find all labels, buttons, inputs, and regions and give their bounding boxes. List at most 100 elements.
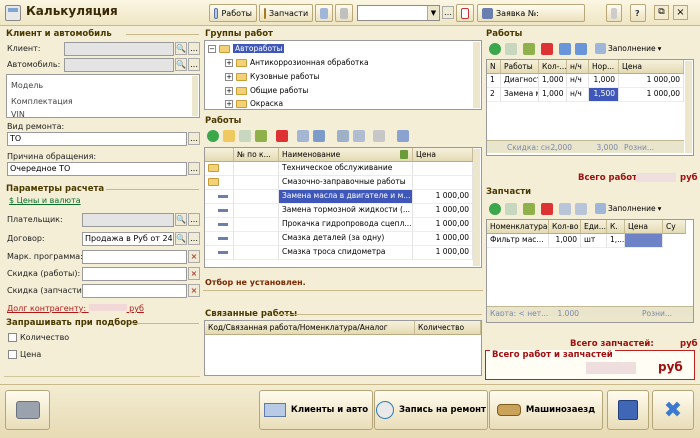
table-row[interactable]: Смазочно-заправочные работы (205, 176, 473, 190)
hierarchy-icon[interactable] (397, 130, 409, 142)
save-button[interactable] (607, 390, 649, 430)
reason-select-button[interactable]: … (188, 162, 200, 175)
cancel-button[interactable]: ✖ (652, 390, 694, 430)
table-row[interactable]: Прокачка гидропровода сцепл... 1 000,00 (205, 218, 473, 232)
move-icon[interactable] (297, 130, 309, 142)
car-arrival-button[interactable]: Машинозаезд (489, 390, 603, 430)
car-search-button[interactable]: 🔍 (175, 58, 187, 71)
search-combo[interactable]: ▼ (357, 5, 440, 21)
column-header[interactable]: N (487, 60, 501, 74)
table-row[interactable]: 1Диагности...1,000н/ч1,0001 000,00 (487, 74, 684, 88)
add-icon[interactable] (207, 130, 219, 142)
column-header[interactable]: К. (607, 220, 625, 234)
table-row[interactable]: Смазка троса спидометра 1 000,00 (205, 246, 473, 260)
contract-field[interactable]: Продажа в Руб от 24.09. (82, 232, 174, 246)
move-up-icon[interactable] (559, 203, 571, 215)
client-select-button[interactable]: … (188, 42, 200, 55)
table-row[interactable]: Замена тормозной жидкости (... 1 000,00 (205, 204, 473, 218)
discount-works-clear-button[interactable]: × (188, 267, 200, 280)
scrollbar[interactable] (685, 61, 692, 153)
column-header[interactable]: Цена (619, 60, 684, 74)
works-toolbar-button[interactable]: Работы (209, 4, 257, 22)
fill-dropdown[interactable]: Заполнение ▾ (595, 203, 661, 214)
marketing-clear-button[interactable]: × (188, 250, 200, 263)
help-button[interactable]: ? (630, 4, 646, 22)
add-folder-icon[interactable] (223, 130, 235, 142)
discount-works-field[interactable] (82, 267, 187, 281)
expand-icon[interactable]: + (225, 99, 233, 108)
table-row[interactable]: Техническое обслуживание (205, 162, 473, 176)
select-button[interactable]: … (442, 6, 454, 19)
tree-item[interactable]: + Общие работы (225, 86, 308, 95)
repair-type-field[interactable]: ТО (7, 132, 187, 146)
export-button[interactable] (315, 4, 333, 22)
price-checkbox[interactable] (8, 350, 17, 359)
car-select-button[interactable]: … (188, 58, 200, 71)
repair-type-select-button[interactable]: … (188, 132, 200, 145)
column-header[interactable]: № по к... (234, 148, 279, 162)
move-down-icon[interactable] (575, 203, 587, 215)
prices-link[interactable]: $ Цены и валюта (9, 196, 81, 205)
scrollbar[interactable] (192, 76, 198, 116)
column-header[interactable]: Номенклатура (487, 220, 549, 234)
discount-parts-clear-button[interactable]: × (188, 284, 200, 297)
payer-select-button[interactable]: … (188, 213, 200, 226)
settings-button[interactable] (335, 4, 353, 22)
filter-icon[interactable] (337, 130, 349, 142)
sort-icon[interactable] (400, 150, 408, 159)
copy-icon[interactable] (239, 130, 251, 142)
print-button[interactable] (5, 390, 50, 430)
column-header[interactable]: Су (663, 220, 686, 234)
contract-select-button[interactable]: … (188, 232, 200, 245)
expand-icon[interactable]: + (225, 86, 233, 95)
edit-icon[interactable] (255, 130, 267, 142)
payer-search-button[interactable]: 🔍 (175, 213, 187, 226)
column-header[interactable]: Наименование (279, 148, 413, 162)
collapse-icon[interactable]: − (208, 44, 216, 53)
clear-filter-button[interactable] (456, 4, 474, 22)
car-field[interactable] (64, 58, 174, 72)
delete-icon[interactable] (541, 203, 553, 215)
discount-parts-field[interactable] (82, 284, 187, 298)
client-search-button[interactable]: 🔍 (175, 42, 187, 55)
tree-item[interactable]: + Кузовные работы (225, 72, 319, 81)
repair-booking-button[interactable]: Запись на ремонт (374, 390, 488, 430)
copy-icon[interactable] (505, 203, 517, 215)
scrollbar[interactable] (473, 42, 480, 108)
expand-icon[interactable]: + (225, 72, 233, 81)
tree-root[interactable]: − Автоработы (208, 44, 285, 53)
payer-field[interactable] (82, 213, 174, 227)
tree-icon[interactable] (313, 130, 325, 142)
expand-icon[interactable]: + (225, 58, 233, 67)
tree-item[interactable]: + Антикоррозионная обработка (225, 58, 369, 67)
order-number-field[interactable]: Заявка №: (477, 4, 585, 22)
column-header[interactable]: Цена (625, 220, 663, 234)
edit-icon[interactable] (523, 203, 535, 215)
document-button[interactable] (606, 4, 622, 22)
column-header[interactable]: Нор... (589, 60, 619, 74)
copy-icon[interactable] (505, 43, 517, 55)
scrollbar[interactable] (487, 316, 693, 322)
column-header[interactable]: Кол-во (549, 220, 581, 234)
column-header[interactable]: н/ч (567, 60, 589, 74)
close-button[interactable]: × (673, 5, 688, 20)
parts-toolbar-button[interactable]: Запчасти (259, 4, 313, 22)
move-up-icon[interactable] (559, 43, 571, 55)
chevron-down-icon[interactable]: ▼ (427, 6, 439, 20)
qty-checkbox[interactable] (8, 333, 17, 342)
add-icon[interactable] (489, 43, 501, 55)
clients-cars-button[interactable]: Клиенты и авто (259, 390, 373, 430)
table-row[interactable]: 2Замена ма...1,000н/ч1,5001 000,00 (487, 88, 684, 102)
delete-icon[interactable] (541, 43, 553, 55)
debt-link[interactable]: Долг контрагенту: руб (7, 304, 144, 313)
column-header[interactable]: Код/Связанная работа/Номенклатура/Аналог (205, 321, 415, 335)
filter-list-icon[interactable] (353, 130, 365, 142)
contract-search-button[interactable]: 🔍 (175, 232, 187, 245)
tree-item[interactable]: + Окраска (225, 99, 283, 108)
fill-dropdown[interactable]: Заполнение ▾ (595, 43, 661, 54)
client-field[interactable] (64, 42, 174, 56)
restore-button[interactable]: ⧉ (654, 5, 669, 20)
edit-icon[interactable] (523, 43, 535, 55)
column-header[interactable]: Работы (501, 60, 539, 74)
scrollbar[interactable] (473, 149, 480, 266)
